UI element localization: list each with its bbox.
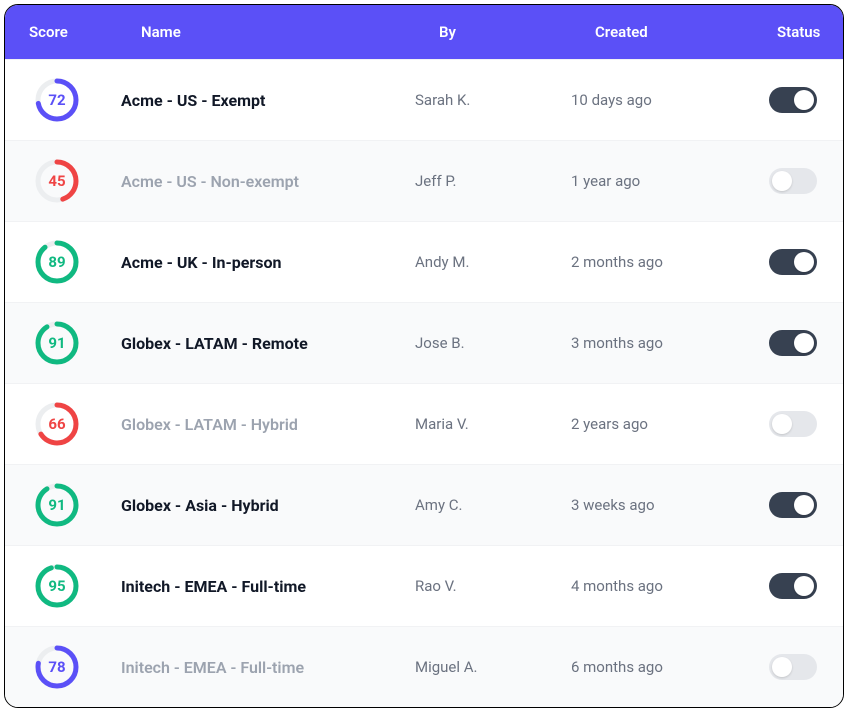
score-ring-icon: 72 [35, 78, 79, 122]
status-cell [753, 573, 844, 599]
status-cell [753, 87, 844, 113]
toggle-knob [794, 576, 814, 596]
score-value: 91 [35, 321, 79, 365]
score-cell: 66 [5, 402, 117, 446]
score-value: 78 [35, 645, 79, 689]
score-ring-icon: 78 [35, 645, 79, 689]
name-cell[interactable]: Initech - EMEA - Full-time [117, 658, 415, 677]
status-toggle[interactable] [769, 411, 817, 437]
score-ring-icon: 45 [35, 159, 79, 203]
toggle-knob [772, 171, 792, 191]
by-cell: Amy C. [415, 496, 571, 514]
created-cell: 10 days ago [571, 91, 753, 109]
status-cell [753, 492, 844, 518]
by-cell: Jose B. [415, 334, 571, 352]
score-cell: 91 [5, 321, 117, 365]
by-cell: Andy M. [415, 253, 571, 271]
by-cell: Maria V. [415, 415, 571, 433]
status-cell [753, 249, 844, 275]
score-value: 66 [35, 402, 79, 446]
table-row[interactable]: 78 Initech - EMEA - Full-timeMiguel A.6 m… [5, 626, 843, 707]
table-body: 72 Acme - US - ExemptSarah K.10 days ago 4… [5, 59, 843, 707]
status-toggle[interactable] [769, 87, 817, 113]
score-value: 95 [35, 564, 79, 608]
status-toggle[interactable] [769, 249, 817, 275]
table-row[interactable]: 66 Globex - LATAM - HybridMaria V.2 years… [5, 383, 843, 464]
table-row[interactable]: 72 Acme - US - ExemptSarah K.10 days ago [5, 59, 843, 140]
score-cell: 91 [5, 483, 117, 527]
score-cell: 95 [5, 564, 117, 608]
score-value: 45 [35, 159, 79, 203]
toggle-knob [794, 333, 814, 353]
name-cell[interactable]: Acme - US - Exempt [117, 91, 415, 110]
score-cell: 72 [5, 78, 117, 122]
created-cell: 3 months ago [571, 334, 753, 352]
created-cell: 6 months ago [571, 658, 753, 676]
score-ring-icon: 91 [35, 321, 79, 365]
name-cell[interactable]: Acme - UK - In-person [117, 253, 415, 272]
score-cell: 78 [5, 645, 117, 689]
toggle-knob [772, 414, 792, 434]
status-toggle[interactable] [769, 168, 817, 194]
by-cell: Sarah K. [415, 91, 571, 109]
score-value: 72 [35, 78, 79, 122]
status-toggle[interactable] [769, 573, 817, 599]
table-row[interactable]: 91 Globex - Asia - HybridAmy C.3 weeks ag… [5, 464, 843, 545]
header-by[interactable]: By [415, 23, 571, 41]
data-table: Score Name By Created Status 72 Acme - US… [4, 4, 844, 708]
score-cell: 45 [5, 159, 117, 203]
created-cell: 1 year ago [571, 172, 753, 190]
name-cell[interactable]: Globex - Asia - Hybrid [117, 496, 415, 515]
table-header-row: Score Name By Created Status [5, 5, 843, 59]
table-row[interactable]: 95 Initech - EMEA - Full-timeRao V.4 mont… [5, 545, 843, 626]
status-toggle[interactable] [769, 330, 817, 356]
status-cell [753, 168, 844, 194]
by-cell: Rao V. [415, 577, 571, 595]
by-cell: Jeff P. [415, 172, 571, 190]
toggle-knob [794, 495, 814, 515]
name-cell[interactable]: Globex - LATAM - Remote [117, 334, 415, 353]
header-status[interactable]: Status [753, 23, 844, 41]
table-row[interactable]: 91 Globex - LATAM - RemoteJose B.3 months… [5, 302, 843, 383]
status-cell [753, 654, 844, 680]
created-cell: 3 weeks ago [571, 496, 753, 514]
created-cell: 2 months ago [571, 253, 753, 271]
score-ring-icon: 66 [35, 402, 79, 446]
name-cell[interactable]: Initech - EMEA - Full-time [117, 577, 415, 596]
status-toggle[interactable] [769, 654, 817, 680]
created-cell: 4 months ago [571, 577, 753, 595]
score-ring-icon: 91 [35, 483, 79, 527]
name-cell[interactable]: Acme - US - Non-exempt [117, 172, 415, 191]
header-score[interactable]: Score [5, 23, 117, 41]
score-ring-icon: 89 [35, 240, 79, 284]
score-value: 91 [35, 483, 79, 527]
score-cell: 89 [5, 240, 117, 284]
table-row[interactable]: 89 Acme - UK - In-personAndy M.2 months a… [5, 221, 843, 302]
toggle-knob [794, 90, 814, 110]
toggle-knob [772, 657, 792, 677]
status-cell [753, 330, 844, 356]
score-value: 89 [35, 240, 79, 284]
name-cell[interactable]: Globex - LATAM - Hybrid [117, 415, 415, 434]
by-cell: Miguel A. [415, 658, 571, 676]
score-ring-icon: 95 [35, 564, 79, 608]
created-cell: 2 years ago [571, 415, 753, 433]
status-cell [753, 411, 844, 437]
status-toggle[interactable] [769, 492, 817, 518]
table-row[interactable]: 45 Acme - US - Non-exemptJeff P.1 year ag… [5, 140, 843, 221]
toggle-knob [794, 252, 814, 272]
header-created[interactable]: Created [571, 23, 753, 41]
header-name[interactable]: Name [117, 23, 415, 41]
